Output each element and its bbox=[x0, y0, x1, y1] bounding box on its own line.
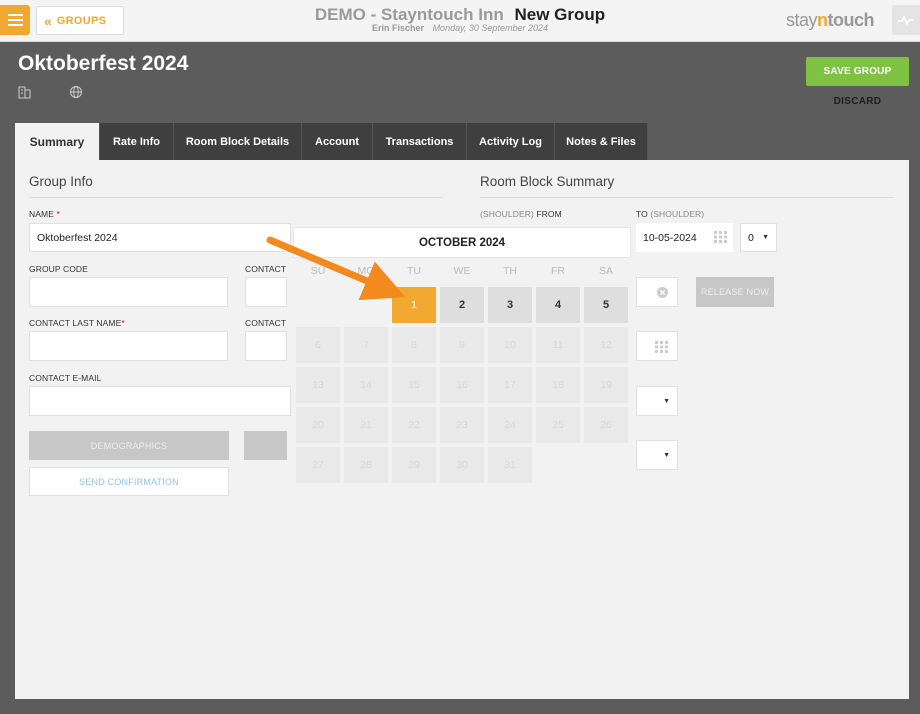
arrow-line bbox=[266, 236, 406, 301]
annotation-arrow bbox=[266, 236, 406, 301]
